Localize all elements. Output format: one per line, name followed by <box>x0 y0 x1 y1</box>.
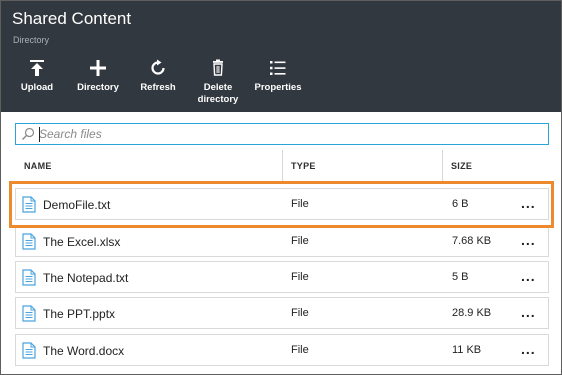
file-size: 28.9 KB <box>452 307 492 319</box>
more-options-button[interactable]: ... <box>521 341 536 357</box>
file-icon <box>22 233 36 250</box>
more-options-button[interactable]: ... <box>521 304 536 320</box>
table-row[interactable]: The Word.docx File 11 KB ... <box>15 334 549 366</box>
column-separator[interactable] <box>442 150 443 182</box>
file-icon <box>22 305 36 322</box>
upload-button[interactable]: Upload <box>12 59 62 109</box>
file-icon <box>22 342 36 359</box>
file-name[interactable]: The PPT.pptx <box>43 307 115 321</box>
column-separator[interactable] <box>282 150 283 182</box>
search-input[interactable] <box>39 126 539 142</box>
list-icon <box>270 61 286 75</box>
delete-label-line2: directory <box>197 94 239 105</box>
delete-label: Delete <box>203 82 233 93</box>
more-options-button[interactable]: ... <box>521 232 536 248</box>
file-type: File <box>291 271 309 283</box>
file-type: File <box>291 344 309 356</box>
file-type: File <box>291 307 309 319</box>
search-box[interactable] <box>15 123 549 145</box>
file-name[interactable]: The Excel.xlsx <box>43 235 120 249</box>
blade-header: Shared Content Directory Upload Director… <box>1 1 561 112</box>
plus-icon <box>90 60 106 76</box>
highlight-box <box>9 181 554 228</box>
table-row[interactable]: The PPT.pptx File 28.9 KB ... <box>15 297 549 329</box>
search-icon <box>22 127 35 140</box>
refresh-icon <box>151 59 165 75</box>
file-size: 5 B <box>452 271 469 283</box>
refresh-button[interactable]: Refresh <box>134 59 182 109</box>
file-icon <box>22 269 36 286</box>
column-header-size[interactable]: SIZE <box>451 161 472 171</box>
trash-icon <box>213 59 223 76</box>
file-size: 7.68 KB <box>452 235 492 247</box>
properties-label: Properties <box>254 82 302 93</box>
new-directory-button[interactable]: Directory <box>73 59 123 109</box>
more-options-button[interactable]: ... <box>521 268 536 284</box>
table-row[interactable]: The Notepad.txt File 5 B ... <box>15 261 549 293</box>
page-subtitle: Directory <box>13 35 50 45</box>
column-header-name[interactable]: NAME <box>24 161 52 171</box>
column-header-type[interactable]: TYPE <box>291 161 316 171</box>
file-name[interactable]: The Word.docx <box>43 344 124 358</box>
file-name[interactable]: The Notepad.txt <box>43 271 128 285</box>
refresh-label: Refresh <box>140 82 176 93</box>
directory-label: Directory <box>77 82 119 93</box>
file-type: File <box>291 235 309 247</box>
delete-directory-button[interactable]: Delete directory <box>193 59 243 109</box>
upload-label: Upload <box>20 82 54 93</box>
table-row[interactable]: The Excel.xlsx File 7.68 KB ... <box>15 225 549 257</box>
file-size: 11 KB <box>452 344 482 356</box>
upload-icon <box>30 60 44 76</box>
text-caret <box>39 127 40 142</box>
page-title: Shared Content <box>12 9 132 28</box>
properties-button[interactable]: Properties <box>252 59 304 109</box>
